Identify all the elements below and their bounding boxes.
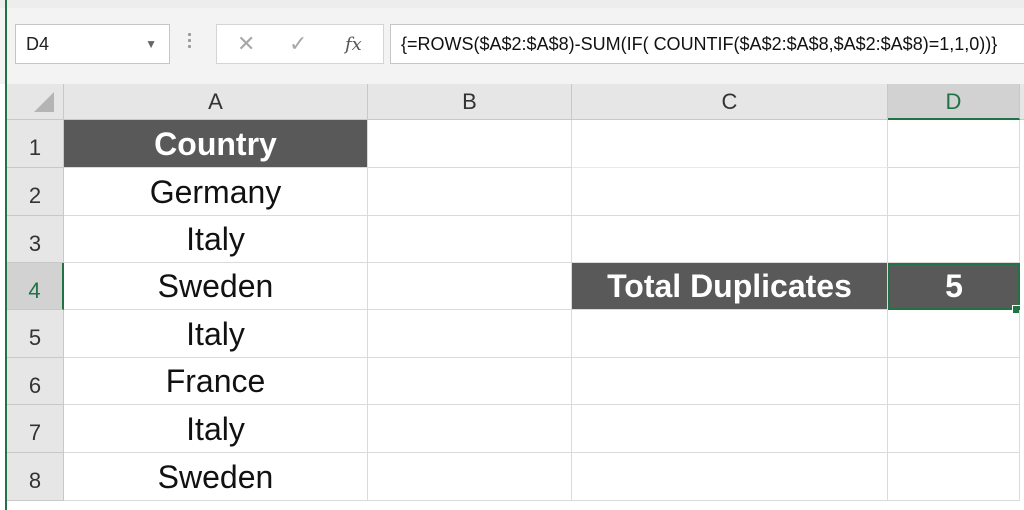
cell-a5[interactable]: Italy bbox=[64, 310, 368, 358]
check-icon[interactable]: ✓ bbox=[289, 31, 307, 57]
cell-b8[interactable] bbox=[368, 453, 572, 501]
formula-buttons: ✕ ✓ fx bbox=[216, 24, 384, 64]
ribbon-edge bbox=[0, 0, 1024, 8]
formula-input[interactable]: {=ROWS($A$2:$A$8)-SUM(IF( COUNTIF($A$2:$… bbox=[390, 24, 1024, 64]
column-header-c[interactable]: C bbox=[572, 84, 888, 120]
cell-b4[interactable] bbox=[368, 263, 572, 310]
cell-b6[interactable] bbox=[368, 358, 572, 405]
cell-c8[interactable] bbox=[572, 453, 888, 501]
row-header-8[interactable]: 8 bbox=[7, 453, 64, 501]
cell-a1[interactable]: Country bbox=[64, 120, 368, 168]
row-header-3[interactable]: 3 bbox=[7, 216, 64, 263]
cell-c5[interactable] bbox=[572, 310, 888, 358]
cell-b3[interactable] bbox=[368, 216, 572, 263]
row-header-2[interactable]: 2 bbox=[7, 168, 64, 216]
cell-a8[interactable]: Sweden bbox=[64, 453, 368, 501]
cell-d3[interactable] bbox=[888, 216, 1020, 263]
row-header-1[interactable]: 1 bbox=[7, 120, 64, 168]
cell-a7[interactable]: Italy bbox=[64, 405, 368, 453]
column-header-a[interactable]: A bbox=[64, 84, 368, 120]
cell-b7[interactable] bbox=[368, 405, 572, 453]
cell-c1[interactable] bbox=[572, 120, 888, 168]
cell-d8[interactable] bbox=[888, 453, 1020, 501]
cell-a6[interactable]: France bbox=[64, 358, 368, 405]
cell-b2[interactable] bbox=[368, 168, 572, 216]
cell-a4[interactable]: Sweden bbox=[64, 263, 368, 310]
row-header-5[interactable]: 5 bbox=[7, 310, 64, 358]
cell-d2[interactable] bbox=[888, 168, 1020, 216]
cell-d5[interactable] bbox=[888, 310, 1020, 358]
cell-a2[interactable]: Germany bbox=[64, 168, 368, 216]
column-header-d[interactable]: D bbox=[888, 84, 1020, 120]
row-header-6[interactable]: 6 bbox=[7, 358, 64, 405]
name-box[interactable]: D4 ▼ bbox=[15, 24, 170, 64]
select-all-triangle-icon bbox=[34, 92, 54, 112]
cell-d7[interactable] bbox=[888, 405, 1020, 453]
row-header-7[interactable]: 7 bbox=[7, 405, 64, 453]
name-box-value: D4 bbox=[26, 34, 50, 54]
cell-c4[interactable]: Total Duplicates bbox=[572, 263, 888, 310]
column-header-b[interactable]: B bbox=[368, 84, 572, 120]
cell-d4-selected[interactable]: 5 bbox=[888, 263, 1020, 310]
column-header-e[interactable] bbox=[1020, 84, 1024, 120]
close-icon[interactable]: ✕ bbox=[237, 31, 255, 57]
cell-b5[interactable] bbox=[368, 310, 572, 358]
cell-a3[interactable]: Italy bbox=[64, 216, 368, 263]
cell-c3[interactable] bbox=[572, 216, 888, 263]
cell-b1[interactable] bbox=[368, 120, 572, 168]
fx-icon[interactable]: fx bbox=[345, 34, 362, 55]
cell-c6[interactable] bbox=[572, 358, 888, 405]
cell-d6[interactable] bbox=[888, 358, 1020, 405]
formula-bar-grip-icon[interactable] bbox=[188, 33, 192, 53]
cell-c2[interactable] bbox=[572, 168, 888, 216]
chevron-down-icon[interactable]: ▼ bbox=[145, 25, 157, 63]
cell-c7[interactable] bbox=[572, 405, 888, 453]
row-header-4[interactable]: 4 bbox=[7, 263, 64, 310]
cell-d1[interactable] bbox=[888, 120, 1020, 168]
